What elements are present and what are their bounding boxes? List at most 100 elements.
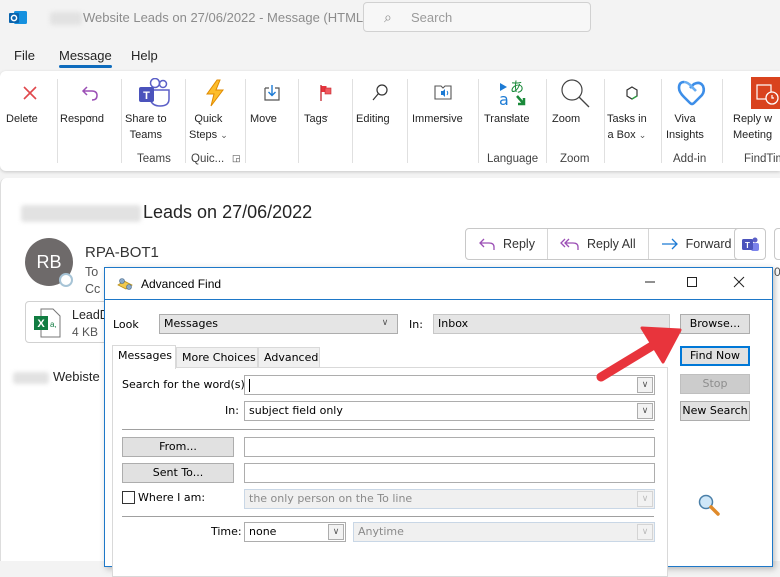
attachment-size: 4 KB [72, 325, 99, 339]
sent-to-button[interactable]: Sent To... [122, 463, 234, 483]
editing-label: Editing [356, 113, 390, 125]
translate-label: Translate [484, 113, 530, 125]
tab-more-choices[interactable]: More Choices [176, 347, 258, 368]
where-i-am-value: the only person on the To line [249, 492, 413, 505]
cc-label: Cc [85, 282, 101, 296]
editing-button[interactable]: Editing ⌄ [356, 71, 404, 171]
in-field-dropdown[interactable]: subject field only ∨ [244, 401, 655, 421]
divider [122, 429, 654, 430]
in-field-value: subject field only [249, 404, 343, 417]
where-i-am-checkbox[interactable] [122, 491, 135, 504]
look-dropdown[interactable]: Messages ∨ [159, 314, 398, 334]
tasks-in-a-box-button[interactable]: Tasks in a Box ⌄ [607, 71, 657, 171]
redacted-text [21, 204, 141, 222]
chevron-down-icon: ∨ [381, 318, 389, 328]
divider [298, 79, 299, 163]
tags-label: Tags [304, 113, 328, 125]
advanced-find-icon [117, 278, 133, 290]
cube-icon [607, 77, 657, 109]
search-input[interactable]: ⌕ Search [363, 2, 591, 32]
message-subject: Leads on 27/06/2022 [21, 202, 312, 223]
message-body: Webiste [13, 369, 100, 384]
divider [185, 79, 186, 163]
teams-chat-button[interactable]: T [734, 228, 766, 260]
search-words-label: Search for the word(s): [122, 378, 249, 391]
time-dropdown[interactable]: none ∨ [244, 522, 346, 542]
immersive-button[interactable]: Immersive ⌄ [412, 71, 474, 171]
redacted-text [13, 371, 49, 384]
forward-label: Forward [685, 237, 732, 251]
teams-icon: T [742, 237, 759, 251]
tab-messages[interactable]: Messages [112, 345, 176, 369]
quick-steps-label: Quick Steps ⌄ [189, 113, 228, 141]
teams-icon: T [125, 77, 181, 109]
reply-button[interactable]: Reply [466, 229, 548, 259]
search-icon [356, 77, 404, 109]
look-value: Messages [164, 317, 218, 330]
menu-message[interactable]: Message [59, 48, 112, 68]
dialog-title-bar[interactable]: Advanced Find [105, 268, 772, 300]
ribbon: Delete ⌄ Respond ⌄ T Share to Teams Teams… [0, 71, 780, 171]
findtime-calendar-icon [733, 77, 780, 109]
in-folder-value: Inbox [438, 317, 469, 330]
dialog-launcher-icon[interactable]: ◲ [232, 153, 241, 164]
close-button[interactable] [724, 272, 754, 296]
outlook-icon [9, 11, 27, 24]
divider [661, 79, 662, 163]
tab-advanced[interactable]: Advanced [258, 347, 320, 368]
divider [57, 79, 58, 163]
reply-icon [479, 238, 495, 250]
reply-all-button[interactable]: Reply All [548, 229, 649, 259]
svg-text:a: a [499, 90, 509, 108]
svg-text:あ: あ [510, 80, 524, 96]
divider [407, 79, 408, 163]
chevron-down-icon[interactable]: ∨ [637, 377, 653, 393]
chevron-down-icon: ∨ [328, 524, 344, 540]
in-folder-field: Inbox [433, 314, 670, 334]
from-input[interactable] [244, 437, 655, 457]
divider [121, 79, 122, 163]
search-words-input[interactable]: ∨ [244, 375, 655, 395]
zoom-icon [552, 77, 598, 109]
sent-to-input[interactable] [244, 463, 655, 483]
divider [546, 79, 547, 163]
minimize-button[interactable] [635, 272, 665, 296]
redacted-text [50, 12, 82, 25]
presence-status-icon [59, 273, 73, 287]
reply-arrow-icon [60, 77, 120, 109]
find-now-button[interactable]: Find Now [680, 346, 750, 366]
in-field-label: In: [225, 404, 239, 417]
minimize-icon [645, 281, 655, 283]
viva-insights-label: Viva Insights [666, 113, 704, 141]
sender-name[interactable]: RPA-BOT1 [85, 244, 159, 261]
advanced-find-dialog: Advanced Find Look Messages ∨ In: Inbox … [104, 267, 773, 577]
move-button[interactable]: Move ⌄ [250, 71, 294, 171]
menu-file[interactable]: File [14, 48, 35, 63]
chevron-down-icon: ∨ [637, 403, 653, 419]
dialog-title: Advanced Find [141, 277, 222, 291]
time-value: none [249, 525, 277, 538]
text-cursor [249, 378, 250, 392]
svg-text:T: T [745, 241, 750, 250]
group-label-quick-steps: Quic... [191, 153, 225, 165]
delete-button[interactable]: Delete ⌄ [6, 71, 54, 171]
immersive-reader-icon [412, 77, 474, 109]
respond-button[interactable]: Respond ⌄ [60, 71, 120, 171]
more-actions-button[interactable] [774, 228, 780, 260]
title-bar: Website Leads on 27/06/2022 - Message (H… [0, 0, 780, 38]
chevron-down-icon: ∨ [637, 491, 653, 507]
look-label: Look [113, 318, 139, 331]
maximize-button[interactable] [677, 272, 707, 296]
search-placeholder: Search [411, 10, 453, 25]
window-title: Website Leads on 27/06/2022 - Message (H… [83, 10, 368, 25]
browse-button[interactable]: Browse... [680, 314, 750, 334]
from-button[interactable]: From... [122, 437, 234, 457]
tasks-in-a-box-label: Tasks in a Box ⌄ [607, 113, 647, 141]
new-search-button[interactable]: New Search [680, 401, 750, 421]
tags-button[interactable]: Tags ⌄ [304, 71, 348, 171]
group-label-findtime: FindTim [744, 153, 780, 165]
messages-tab-panel: Search for the word(s): ∨ In: subject fi… [112, 367, 668, 577]
menu-help[interactable]: Help [131, 48, 158, 63]
to-label: To [85, 265, 99, 279]
forward-button[interactable]: Forward [649, 229, 744, 259]
